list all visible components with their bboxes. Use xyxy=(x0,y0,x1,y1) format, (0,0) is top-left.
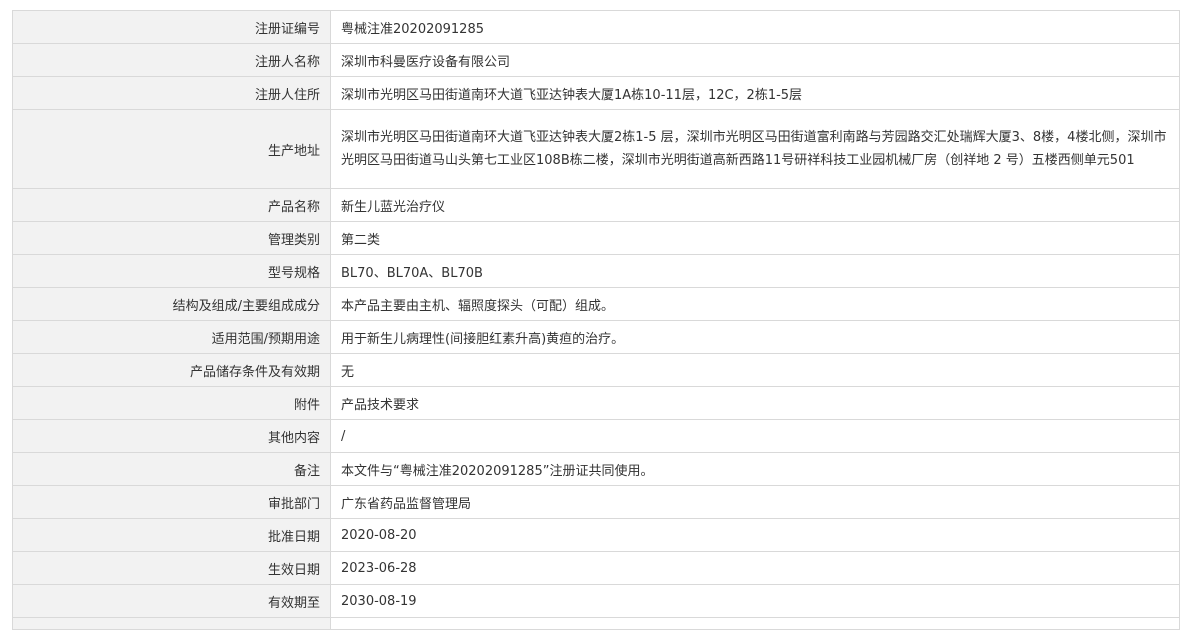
field-value: 本文件与“粤械注准20202091285”注册证共同使用。 xyxy=(330,452,1180,486)
table-row: 其他内容 / xyxy=(12,419,1180,453)
field-value: 深圳市光明区马田街道南环大道飞亚达钟表大厦1A栋10-11层，12C，2栋1-5… xyxy=(330,76,1180,110)
field-value: 2020-08-20 xyxy=(330,518,1180,552)
field-label: 型号规格 xyxy=(12,254,331,288)
registration-table: 注册证编号 粤械注准20202091285 注册人名称 深圳市科曼医疗设备有限公… xyxy=(12,10,1180,630)
field-label: 注册人名称 xyxy=(12,43,331,77)
table-row: 审批部门 广东省药品监督管理局 xyxy=(12,485,1180,519)
field-label: 生产地址 xyxy=(12,109,331,189)
field-label: 备注 xyxy=(12,452,331,486)
field-value: 本产品主要由主机、辐照度探头（可配）组成。 xyxy=(330,287,1180,321)
table-row: 注册证编号 粤械注准20202091285 xyxy=(12,10,1180,44)
field-value: 产品技术要求 xyxy=(330,386,1180,420)
table-row: 注册人住所 深圳市光明区马田街道南环大道飞亚达钟表大厦1A栋10-11层，12C… xyxy=(12,76,1180,110)
table-row: 生产地址 深圳市光明区马田街道南环大道飞亚达钟表大厦2栋1-5 层，深圳市光明区… xyxy=(12,109,1180,189)
field-value: 深圳市科曼医疗设备有限公司 xyxy=(330,43,1180,77)
field-value: BL70、BL70A、BL70B xyxy=(330,254,1180,288)
table-row: 管理类别 第二类 xyxy=(12,221,1180,255)
table-row: 备注 本文件与“粤械注准20202091285”注册证共同使用。 xyxy=(12,452,1180,486)
field-value: 无 xyxy=(330,353,1180,387)
field-label: 有效期至 xyxy=(12,584,331,618)
field-value: 深圳市光明区马田街道南环大道飞亚达钟表大厦2栋1-5 层，深圳市光明区马田街道富… xyxy=(330,109,1180,189)
field-label: 审批部门 xyxy=(12,485,331,519)
field-label: 产品储存条件及有效期 xyxy=(12,353,331,387)
field-label: 批准日期 xyxy=(12,518,331,552)
table-row: 型号规格 BL70、BL70A、BL70B xyxy=(12,254,1180,288)
field-label: 附件 xyxy=(12,386,331,420)
field-value: 2023-06-28 xyxy=(330,551,1180,585)
field-label: 其他内容 xyxy=(12,419,331,453)
field-value: 广东省药品监督管理局 xyxy=(330,485,1180,519)
field-label: 产品名称 xyxy=(12,188,331,222)
table-row: 有效期至 2030-08-19 xyxy=(12,584,1180,618)
field-label: 注册证编号 xyxy=(12,10,331,44)
field-value: 新生儿蓝光治疗仪 xyxy=(330,188,1180,222)
field-value-empty xyxy=(330,617,1180,630)
table-row: 产品名称 新生儿蓝光治疗仪 xyxy=(12,188,1180,222)
table-row: 结构及组成/主要组成成分 本产品主要由主机、辐照度探头（可配）组成。 xyxy=(12,287,1180,321)
table-row: 产品储存条件及有效期 无 xyxy=(12,353,1180,387)
field-value: 用于新生儿病理性(间接胆红素升高)黄疸的治疗。 xyxy=(330,320,1180,354)
registration-details: 注册证编号 粤械注准20202091285 注册人名称 深圳市科曼医疗设备有限公… xyxy=(12,10,1180,630)
field-value: 第二类 xyxy=(330,221,1180,255)
field-label: 生效日期 xyxy=(12,551,331,585)
table-row: 适用范围/预期用途 用于新生儿病理性(间接胆红素升高)黄疸的治疗。 xyxy=(12,320,1180,354)
field-value: 粤械注准20202091285 xyxy=(330,10,1180,44)
field-value: 2030-08-19 xyxy=(330,584,1180,618)
field-label: 适用范围/预期用途 xyxy=(12,320,331,354)
table-row: 附件 产品技术要求 xyxy=(12,386,1180,420)
table-row: 生效日期 2023-06-28 xyxy=(12,551,1180,585)
table-row: 批准日期 2020-08-20 xyxy=(12,518,1180,552)
field-label-empty xyxy=(12,617,331,630)
field-value: / xyxy=(330,419,1180,453)
field-label: 管理类别 xyxy=(12,221,331,255)
table-row-partial xyxy=(12,617,1180,630)
field-label: 注册人住所 xyxy=(12,76,331,110)
table-row: 注册人名称 深圳市科曼医疗设备有限公司 xyxy=(12,43,1180,77)
field-label: 结构及组成/主要组成成分 xyxy=(12,287,331,321)
